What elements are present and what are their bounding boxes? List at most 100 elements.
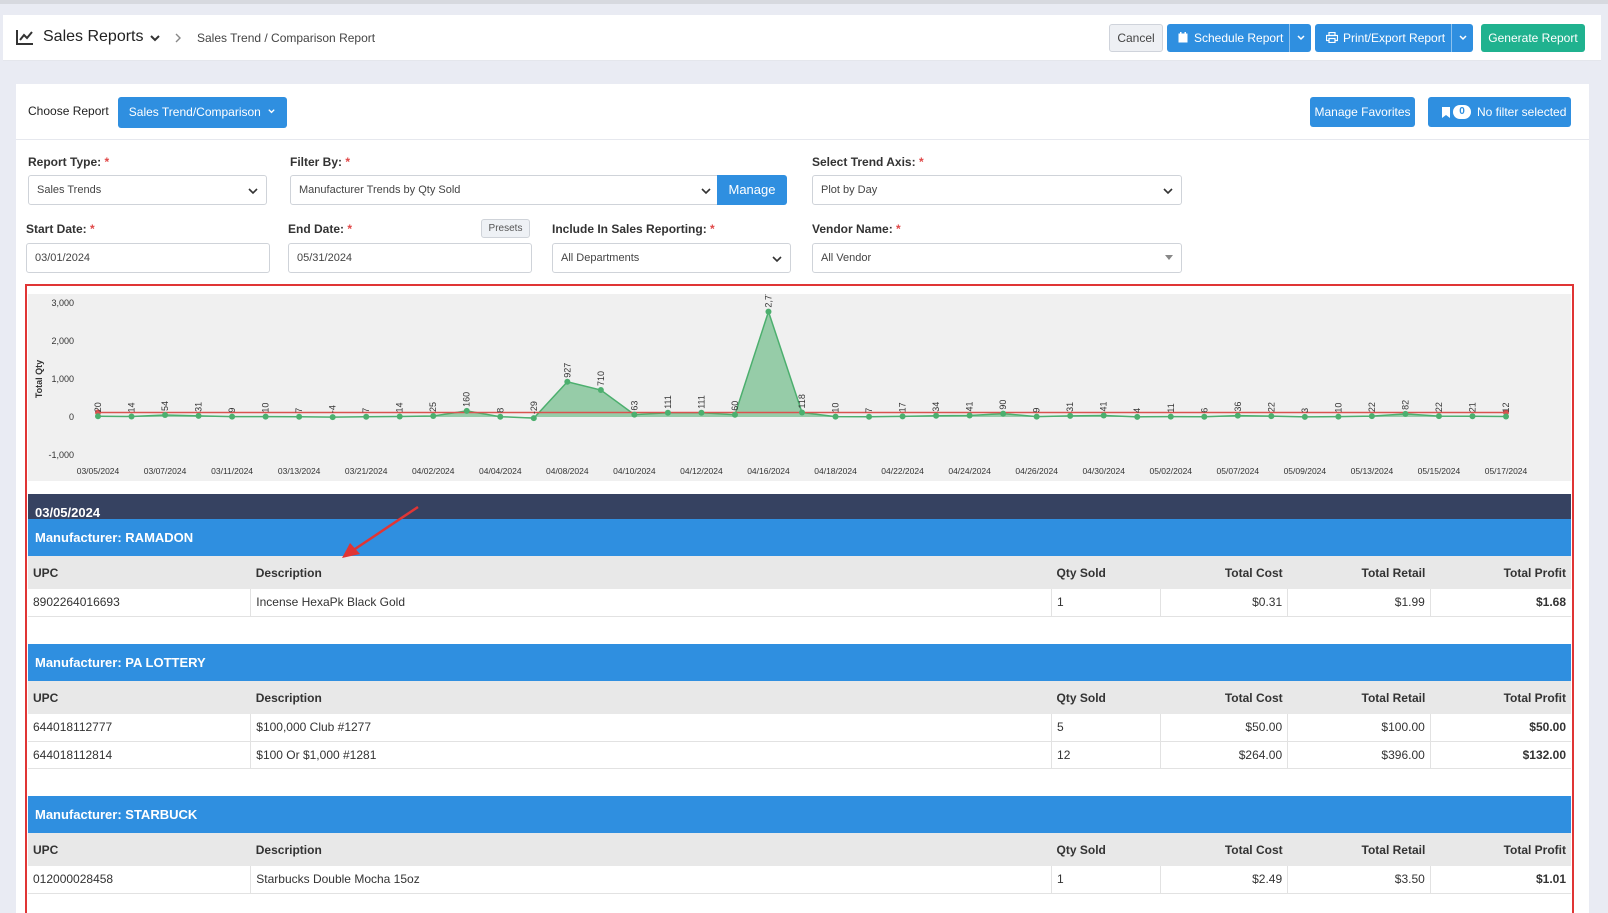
column-header[interactable]: Qty Sold: [1051, 681, 1161, 714]
x-tick-label: 05/07/2024: [1217, 466, 1260, 476]
chevron-down-icon[interactable]: [148, 31, 162, 45]
manage-filter-button[interactable]: Manage: [717, 175, 787, 205]
column-header[interactable]: Description: [250, 833, 1052, 866]
data-label: 7: [294, 408, 304, 413]
column-header[interactable]: Total Cost: [1160, 556, 1288, 589]
choose-report-dropdown[interactable]: Sales Trend/Comparison: [118, 97, 287, 128]
table-cell: $50.00: [1429, 714, 1571, 742]
x-tick-label: 04/10/2024: [613, 466, 656, 476]
report-type-select[interactable]: Sales Trends: [28, 175, 267, 205]
data-label: 111: [663, 395, 673, 409]
include-reporting-value: All Departments: [561, 252, 640, 264]
data-label: 4: [1132, 408, 1142, 413]
data-point: [1201, 413, 1208, 420]
table-row[interactable]: 644018112814 $100 Or $1,000 #1281 12 $264.0…: [28, 741, 1571, 769]
data-point: [363, 413, 370, 420]
data-point: [799, 409, 805, 416]
print-export-button[interactable]: Print/Export Report: [1315, 24, 1473, 52]
vendor-name-select[interactable]: All Vendor: [812, 243, 1182, 273]
data-label: 7: [361, 408, 371, 413]
filter-status-button[interactable]: 0 No filter selected: [1428, 97, 1571, 127]
table-cell: 5: [1051, 714, 1161, 742]
data-point: [866, 413, 873, 420]
print-export-dropdown-toggle[interactable]: [1451, 24, 1473, 52]
data-point: [933, 412, 940, 419]
data-point: [296, 413, 303, 420]
column-header[interactable]: Total Profit: [1430, 556, 1571, 589]
column-header[interactable]: UPC: [28, 556, 251, 589]
table-row[interactable]: 8902264016693 Incense HexaPk Black Gold 1 $…: [28, 589, 1571, 617]
trend-chart-svg: Total Qty -1,000 0 1,000 2,000 3,000 03/05/202…: [34, 285, 1528, 476]
data-point: [95, 413, 101, 420]
data-label: 41: [965, 401, 975, 411]
trend-axis-select[interactable]: Plot by Day: [812, 175, 1182, 205]
column-header[interactable]: Description: [250, 681, 1052, 714]
filter-by-select[interactable]: Manufacturer Trends by Qty Sold: [290, 175, 720, 205]
column-header[interactable]: Qty Sold: [1051, 833, 1161, 866]
end-date-input[interactable]: 05/31/2024: [288, 243, 532, 273]
table-cell: 12: [1051, 741, 1161, 769]
column-header[interactable]: Total Profit: [1430, 833, 1571, 866]
column-header[interactable]: UPC: [28, 681, 251, 714]
required-mark: *: [347, 222, 353, 236]
manage-favorites-button[interactable]: Manage Favorites: [1310, 97, 1415, 127]
data-point: [262, 413, 269, 420]
table-cell: 644018112814: [28, 741, 251, 769]
schedule-dropdown-toggle[interactable]: [1289, 24, 1311, 52]
column-header[interactable]: Total Retail: [1287, 556, 1431, 589]
data-label: 54: [160, 401, 170, 411]
column-header[interactable]: Qty Sold: [1051, 556, 1161, 589]
table-cell: $396.00: [1287, 741, 1431, 769]
table-cell: $1.68: [1429, 589, 1571, 617]
data-label: 20: [93, 402, 103, 412]
column-header[interactable]: Total Cost: [1160, 833, 1288, 866]
page-title[interactable]: Sales Reports: [43, 28, 144, 46]
x-tick-label: 04/08/2024: [546, 466, 589, 476]
generate-report-button[interactable]: Generate Report: [1481, 24, 1585, 52]
required-mark: *: [896, 222, 901, 236]
column-header[interactable]: Total Cost: [1160, 681, 1288, 714]
data-label: 10: [1333, 403, 1343, 413]
data-point: [1301, 413, 1308, 420]
data-point: [765, 308, 772, 315]
chevron-down-icon: [701, 188, 711, 195]
table-row[interactable]: 012000028458 Starbucks Double Mocha 15oz 1…: [28, 866, 1571, 894]
required-mark: *: [710, 222, 715, 236]
data-point: [1000, 410, 1007, 417]
column-header[interactable]: Total Retail: [1287, 833, 1431, 866]
data-label: 82: [1400, 400, 1410, 410]
include-reporting-select[interactable]: All Departments: [552, 243, 791, 273]
top-strip: [0, 0, 1608, 4]
column-header[interactable]: Total Retail: [1287, 681, 1431, 714]
breadcrumb: Sales Trend / Comparison Report: [197, 31, 376, 45]
manufacturer-heading: Manufacturer: STARBUCK: [28, 796, 1571, 833]
table-cell: $1.01: [1429, 866, 1571, 894]
schedule-report-button[interactable]: Schedule Report: [1167, 24, 1311, 52]
cancel-button[interactable]: Cancel: [1109, 24, 1163, 52]
table-header-row: UPC Description Qty Sold Total Cost Total Re…: [28, 833, 1571, 866]
bookmark-icon: [1442, 107, 1450, 118]
x-tick-label: 05/13/2024: [1351, 466, 1394, 476]
table-cell: 012000028458: [28, 866, 251, 894]
data-label: -4: [328, 405, 338, 413]
manufacturer-heading: Manufacturer: RAMADON: [28, 519, 1571, 556]
data-point: [1033, 413, 1040, 420]
column-header[interactable]: UPC: [28, 833, 251, 866]
chevron-down-icon: [1163, 188, 1173, 195]
caret-down-icon: [1165, 255, 1173, 260]
start-date-input[interactable]: 03/01/2024: [26, 243, 270, 273]
table-row[interactable]: 644018112777 $100,000 Club #1277 5 $50.00 $1…: [28, 714, 1571, 742]
column-header[interactable]: Description: [250, 556, 1052, 589]
x-tick-label: 03/13/2024: [278, 466, 321, 476]
table-cell: $264.00: [1159, 741, 1288, 769]
data-point: [329, 414, 336, 421]
data-label: 63: [629, 401, 639, 411]
data-point: [1134, 413, 1141, 420]
chevron-down-icon: [1297, 35, 1305, 41]
x-tick-label: 05/09/2024: [1284, 466, 1327, 476]
data-point: [698, 409, 705, 416]
data-label: 6: [1199, 408, 1209, 413]
column-header[interactable]: Total Profit: [1430, 681, 1571, 714]
x-tick-label: 04/22/2024: [881, 466, 924, 476]
presets-button[interactable]: Presets: [481, 219, 530, 238]
